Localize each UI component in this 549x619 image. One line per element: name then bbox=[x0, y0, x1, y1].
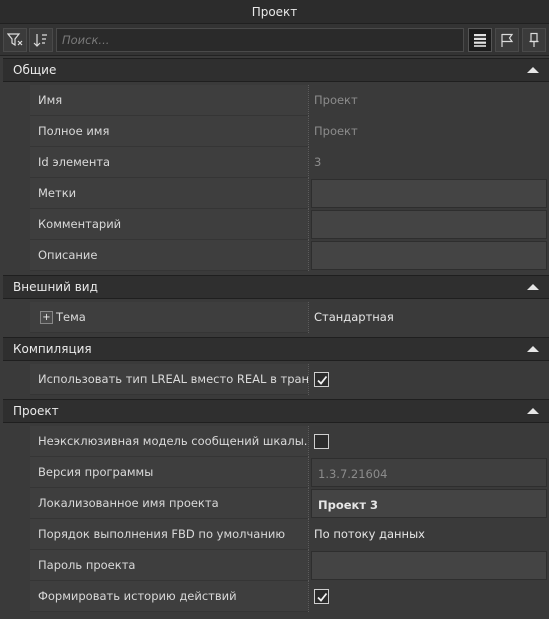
section-appearance-header[interactable]: Внешний вид bbox=[3, 275, 549, 299]
expand-icon[interactable]: + bbox=[40, 311, 53, 324]
property-label: Локализованное имя проекта bbox=[30, 488, 308, 519]
property-label: Комментарий bbox=[30, 209, 308, 240]
section-label: Компиляция bbox=[13, 342, 92, 356]
section-general-header[interactable]: Общие bbox=[3, 58, 549, 82]
collapse-icon[interactable] bbox=[527, 346, 539, 352]
property-label: Описание bbox=[30, 240, 308, 271]
property-row-program-version: Версия программы 1.3.7.21604 bbox=[3, 457, 549, 488]
window-title: Проект bbox=[0, 0, 549, 24]
nonexclusive-checkbox[interactable] bbox=[314, 434, 329, 449]
property-row-theme: + Тема Стандартная bbox=[3, 302, 549, 333]
flag-button[interactable] bbox=[495, 28, 519, 52]
property-label: Метки bbox=[30, 178, 308, 209]
property-value: Проект bbox=[314, 124, 358, 138]
fbd-order-value[interactable]: По потоку данных bbox=[310, 519, 549, 550]
filter-icon bbox=[7, 32, 23, 48]
collapse-icon[interactable] bbox=[527, 408, 539, 414]
history-checkbox[interactable] bbox=[314, 589, 329, 604]
tags-field[interactable] bbox=[311, 179, 547, 208]
toolbar bbox=[0, 24, 549, 56]
section-compilation-header[interactable]: Компиляция bbox=[3, 337, 549, 361]
filter-button[interactable] bbox=[3, 28, 27, 52]
checkmark-icon bbox=[317, 375, 328, 385]
property-row-element-id: Id элемента 3 bbox=[3, 147, 549, 178]
property-row-description: Описание bbox=[3, 240, 549, 271]
property-row-fbd-order: Порядок выполнения FBD по умолчанию По п… bbox=[3, 519, 549, 550]
flag-icon bbox=[499, 32, 515, 48]
property-label: Полное имя bbox=[30, 116, 308, 147]
property-label: Пароль проекта bbox=[30, 550, 308, 581]
property-label: Версия программы bbox=[30, 457, 308, 488]
section-label: Проект bbox=[13, 404, 59, 418]
pin-button[interactable] bbox=[522, 28, 546, 52]
pin-icon bbox=[526, 32, 542, 48]
theme-value[interactable]: Стандартная bbox=[310, 302, 549, 333]
localized-name-field[interactable]: Проект 3 bbox=[311, 489, 547, 518]
sort-button[interactable] bbox=[29, 28, 53, 52]
list-view-icon bbox=[472, 32, 488, 48]
use-lreal-checkbox[interactable] bbox=[314, 372, 329, 387]
section-project-header[interactable]: Проект bbox=[3, 399, 549, 423]
property-row-name: Имя Проект bbox=[3, 85, 549, 116]
property-label: Неэксклюзивная модель сообщений шкалы... bbox=[30, 426, 308, 457]
collapse-icon[interactable] bbox=[527, 67, 539, 73]
property-label: Формировать историю действий bbox=[30, 581, 308, 612]
property-row-full-name: Полное имя Проект bbox=[3, 116, 549, 147]
search-box[interactable] bbox=[56, 28, 464, 52]
checkmark-icon bbox=[317, 592, 328, 602]
property-label: Имя bbox=[30, 85, 308, 116]
property-value: 3 bbox=[314, 155, 322, 169]
property-row-localized-name: Локализованное имя проекта Проект 3 bbox=[3, 488, 549, 519]
sort-icon bbox=[33, 32, 49, 48]
property-value: Проект bbox=[314, 93, 358, 107]
property-row-use-lreal: Использовать тип LREAL вместо REAL в тра… bbox=[3, 364, 549, 395]
property-row-history: Формировать историю действий bbox=[3, 581, 549, 612]
property-label: Порядок выполнения FBD по умолчанию bbox=[30, 519, 308, 550]
property-label: + Тема bbox=[30, 302, 308, 333]
property-row-nonexclusive: Неэксклюзивная модель сообщений шкалы... bbox=[3, 426, 549, 457]
property-row-password: Пароль проекта bbox=[3, 550, 549, 581]
comment-field[interactable] bbox=[311, 210, 547, 239]
section-label: Общие bbox=[13, 63, 57, 77]
property-row-tags: Метки bbox=[3, 178, 549, 209]
search-input[interactable] bbox=[57, 29, 463, 51]
list-view-button[interactable] bbox=[468, 28, 492, 52]
property-label: Использовать тип LREAL вместо REAL в тра… bbox=[30, 364, 308, 395]
password-field[interactable] bbox=[311, 551, 547, 580]
program-version-field: 1.3.7.21604 bbox=[311, 458, 547, 487]
property-label: Id элемента bbox=[30, 147, 308, 178]
property-row-comment: Комментарий bbox=[3, 209, 549, 240]
description-field[interactable] bbox=[311, 241, 547, 270]
collapse-icon[interactable] bbox=[527, 284, 539, 290]
section-label: Внешний вид bbox=[13, 280, 98, 294]
